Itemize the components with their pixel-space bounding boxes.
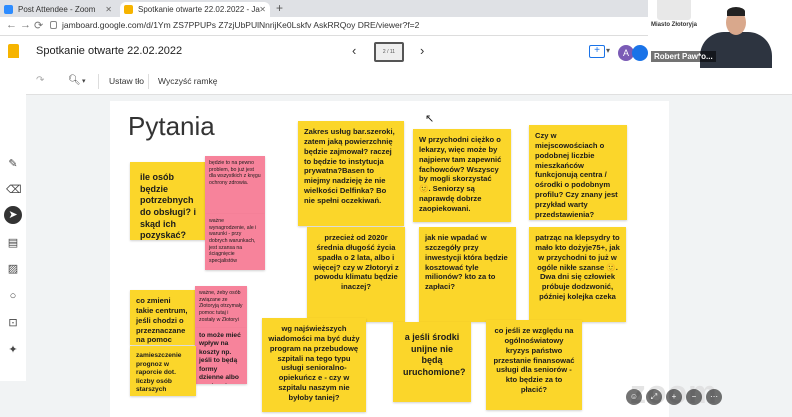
cursor-icon[interactable]: ➤ [4, 206, 22, 224]
reload-icon[interactable]: ⟳ [34, 19, 43, 32]
participant-name: Robert Paw*o... [651, 51, 716, 62]
laser-icon[interactable]: ✦ [6, 343, 20, 357]
sticky-note[interactable]: będzie to na pewno problem, bo już jest … [205, 156, 265, 214]
zoom-favicon-icon [4, 5, 13, 14]
mouse-pointer-icon: ↖ [425, 113, 435, 125]
document-title[interactable]: Spotkanie otwarte 22.02.2022 [36, 45, 182, 57]
zoom-icon[interactable]: 🔍︎ [68, 75, 81, 86]
tab-label: Spotkanie otwarte 22.02.2022 - Ja [138, 5, 260, 14]
crest-label: Miasto Złotoryja [651, 22, 698, 28]
next-frame-icon[interactable]: › [420, 43, 424, 58]
lock-icon [50, 21, 57, 29]
city-crest-icon [657, 0, 691, 20]
chevron-down-icon[interactable]: ▾ [606, 46, 610, 55]
sticky-note[interactable]: Czy w miejscowościach o podobnej liczbie… [529, 125, 627, 220]
back-icon[interactable]: ← [6, 19, 17, 31]
redo-icon[interactable]: ↷ [36, 75, 44, 86]
sticky-note[interactable]: zamieszczenie prognoz w raporcie dot. li… [130, 346, 196, 396]
jamboard-favicon-icon [124, 5, 133, 14]
previous-frame-icon[interactable]: ‹ [352, 43, 356, 58]
board-title: Pytania [128, 111, 215, 141]
avatar-other[interactable] [632, 45, 648, 61]
zoom-dropdown-icon[interactable]: ▾ [82, 77, 86, 85]
close-tab-icon[interactable]: ✕ [105, 2, 112, 17]
sticky-note[interactable]: Zakres usług bar.szeroki, zatem jaką pow… [298, 121, 404, 226]
sticky-note[interactable]: ile osób będzie potrzebnych do obsługi? … [130, 162, 206, 240]
present-icon[interactable]: + [589, 45, 605, 58]
tool-palette: ✎ ⌫ ➤ ▤ ▨ ○ ⊡ ✦ [0, 58, 26, 381]
sticky-note[interactable]: a jeśli środki unijne nie będą uruchomio… [393, 322, 471, 402]
toolbar-divider [98, 74, 99, 89]
tab-jamboard[interactable]: Spotkanie otwarte 22.02.2022 - Ja ✕ [120, 2, 270, 17]
sticky-note[interactable]: ważne, żeby osób związane ze Złotoryją o… [195, 286, 247, 328]
sticky-note[interactable]: W przychodni ciężko o lekarzy, więc może… [413, 129, 511, 222]
sticky-note[interactable]: ważne wynagrodzenie, ale i warunki - prz… [205, 214, 265, 270]
eraser-icon[interactable]: ⌫ [6, 183, 22, 197]
zoom-fit-icon[interactable]: ⤢ [646, 389, 662, 405]
new-tab-button[interactable]: + [276, 0, 283, 17]
zoom-in-icon[interactable]: + [666, 389, 682, 405]
set-background-button[interactable]: Ustaw tło [109, 76, 144, 86]
textbox-icon[interactable]: ⊡ [6, 316, 20, 330]
zoom-emoji-icon[interactable]: ☺ [626, 389, 642, 405]
toolbar-divider [148, 74, 149, 89]
sticky-note[interactable]: patrząc na klepsydry to mało kto dożyje7… [529, 227, 626, 322]
sticky-note[interactable]: to może mieć wpływ na koszty np. jeśli t… [195, 328, 247, 384]
participant-hair [727, 7, 745, 16]
clear-frame-button[interactable]: Wyczyść ramkę [158, 76, 217, 86]
sticky-note[interactable]: wg najświeższych wiadomości ma być duży … [262, 318, 366, 412]
frame-bar-button[interactable]: 2 / 11 [374, 42, 404, 62]
forward-icon[interactable]: → [20, 19, 31, 31]
participant-body [700, 32, 772, 68]
toolbar: ↶ ↷ 🔍︎ ▾ Ustaw tło Wyczyść ramkę [0, 69, 792, 95]
sticky-note[interactable]: co jeśli ze względu na ogólnoświatowy kr… [486, 320, 582, 410]
pen-icon[interactable]: ✎ [6, 157, 20, 171]
tab-zoom-attendee[interactable]: Post Attendee - Zoom ✕ [0, 2, 116, 17]
sticky-note[interactable]: co zmieni takie centrum, jeśli chodzi o … [130, 290, 196, 345]
url-field[interactable]: jamboard.google.com/d/1Ym ZS7PPUPs Z7zjU… [62, 20, 419, 30]
sticky-note-icon[interactable]: ▤ [6, 236, 20, 250]
sticky-note[interactable]: jak nie wpadać w szczegóły przy inwestyc… [419, 227, 516, 322]
zoom-out-icon[interactable]: − [686, 389, 702, 405]
image-icon[interactable]: ▨ [6, 262, 20, 276]
tab-label: Post Attendee - Zoom [18, 5, 96, 14]
close-tab-icon[interactable]: ✕ [259, 2, 266, 17]
sticky-note[interactable]: przecież od 2020r średnia długość życia … [307, 227, 405, 322]
zoom-more-icon[interactable]: ⋯ [706, 389, 722, 405]
shape-icon[interactable]: ○ [6, 289, 20, 303]
